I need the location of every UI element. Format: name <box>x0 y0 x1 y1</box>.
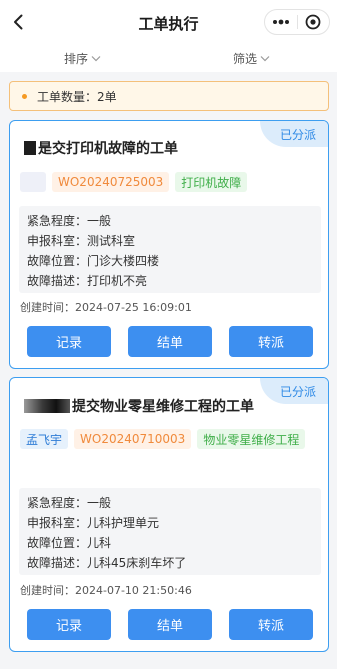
category-tag: 打印机故障 <box>175 172 248 192</box>
work-order-title: 是交打印机故障的工单 <box>24 138 178 158</box>
filter-dropdown[interactable]: 筛选 <box>233 50 270 67</box>
action-buttons: 记录 结单 转派 <box>27 326 313 357</box>
sort-label: 排序 <box>64 52 89 66</box>
tags-row: 孟飞宇 WO20240710003 物业零星维修工程 <box>20 429 320 449</box>
created-time: 创建时间：2024-07-10 21:50:46 <box>20 584 192 597</box>
chevron-down-icon <box>91 56 101 62</box>
chevron-down-icon <box>260 56 270 62</box>
mini-program-capsule <box>264 9 330 35</box>
redacted-name <box>24 399 70 413</box>
assignee-tag <box>20 172 46 192</box>
description-text: 故障描述：儿科45床刹车坏了 <box>27 556 187 570</box>
location-text: 故障位置：儿科 <box>27 536 112 550</box>
work-order-card[interactable]: 已分派 是交打印机故障的工单 WO20240725003 打印机故障 紧急程度：… <box>9 120 329 369</box>
category-tag: 物业零星维修工程 <box>197 429 306 449</box>
status-badge: 已分派 <box>260 121 328 147</box>
department-text: 申报科室：儿科护理单元 <box>27 516 160 530</box>
location-text: 故障位置：门诊大楼四楼 <box>27 254 160 268</box>
created-time: 创建时间：2024-07-25 16:09:01 <box>20 301 192 314</box>
assignee-tag: 孟飞宇 <box>20 429 69 449</box>
filter-label: 筛选 <box>233 52 258 66</box>
target-close-icon <box>305 14 321 30</box>
dot-icon <box>22 93 27 99</box>
close-button[interactable] <box>297 10 329 34</box>
order-number-tag: WO20240710003 <box>74 429 192 449</box>
department-text: 申报科室：测试科室 <box>27 234 136 248</box>
close-order-button[interactable]: 结单 <box>128 609 212 640</box>
order-details: 紧急程度：一般 申报科室：儿科护理单元 故障位置：儿科 故障描述：儿科45床刹车… <box>19 488 321 575</box>
tags-row: WO20240725003 打印机故障 <box>20 172 320 192</box>
record-button[interactable]: 记录 <box>27 326 111 357</box>
work-order-card[interactable]: 已分派 提交物业零星维修工程的工单 孟飞宇 WO20240710003 物业零星… <box>9 377 329 652</box>
close-order-button[interactable]: 结单 <box>128 326 212 357</box>
work-order-title: 提交物业零星维修工程的工单 <box>24 396 254 416</box>
action-buttons: 记录 结单 转派 <box>27 609 313 640</box>
urgency-text: 紧急程度：一般 <box>27 496 112 510</box>
record-button[interactable]: 记录 <box>27 609 111 640</box>
nav-bar: 工单执行 <box>0 0 337 46</box>
redacted-name <box>24 141 36 155</box>
description-text: 故障描述：打印机不亮 <box>27 274 148 288</box>
status-badge: 已分派 <box>260 378 328 404</box>
order-details: 紧急程度：一般 申报科室：测试科室 故障位置：门诊大楼四楼 故障描述：打印机不亮 <box>19 206 321 293</box>
order-count-banner: 工单数量：2单 <box>9 81 329 111</box>
work-order-title-text: 提交物业零星维修工程的工单 <box>72 399 254 415</box>
reassign-button[interactable]: 转派 <box>229 609 313 640</box>
order-count-text: 工单数量：2单 <box>37 89 117 104</box>
more-button[interactable] <box>265 10 297 34</box>
sort-dropdown[interactable]: 排序 <box>64 50 101 67</box>
filter-bar: 排序 筛选 <box>0 46 337 72</box>
reassign-button[interactable]: 转派 <box>229 326 313 357</box>
more-dots-icon <box>272 19 289 25</box>
order-number-tag: WO20240725003 <box>52 172 170 192</box>
urgency-text: 紧急程度：一般 <box>27 214 112 228</box>
work-order-title-text: 是交打印机故障的工单 <box>38 141 178 157</box>
